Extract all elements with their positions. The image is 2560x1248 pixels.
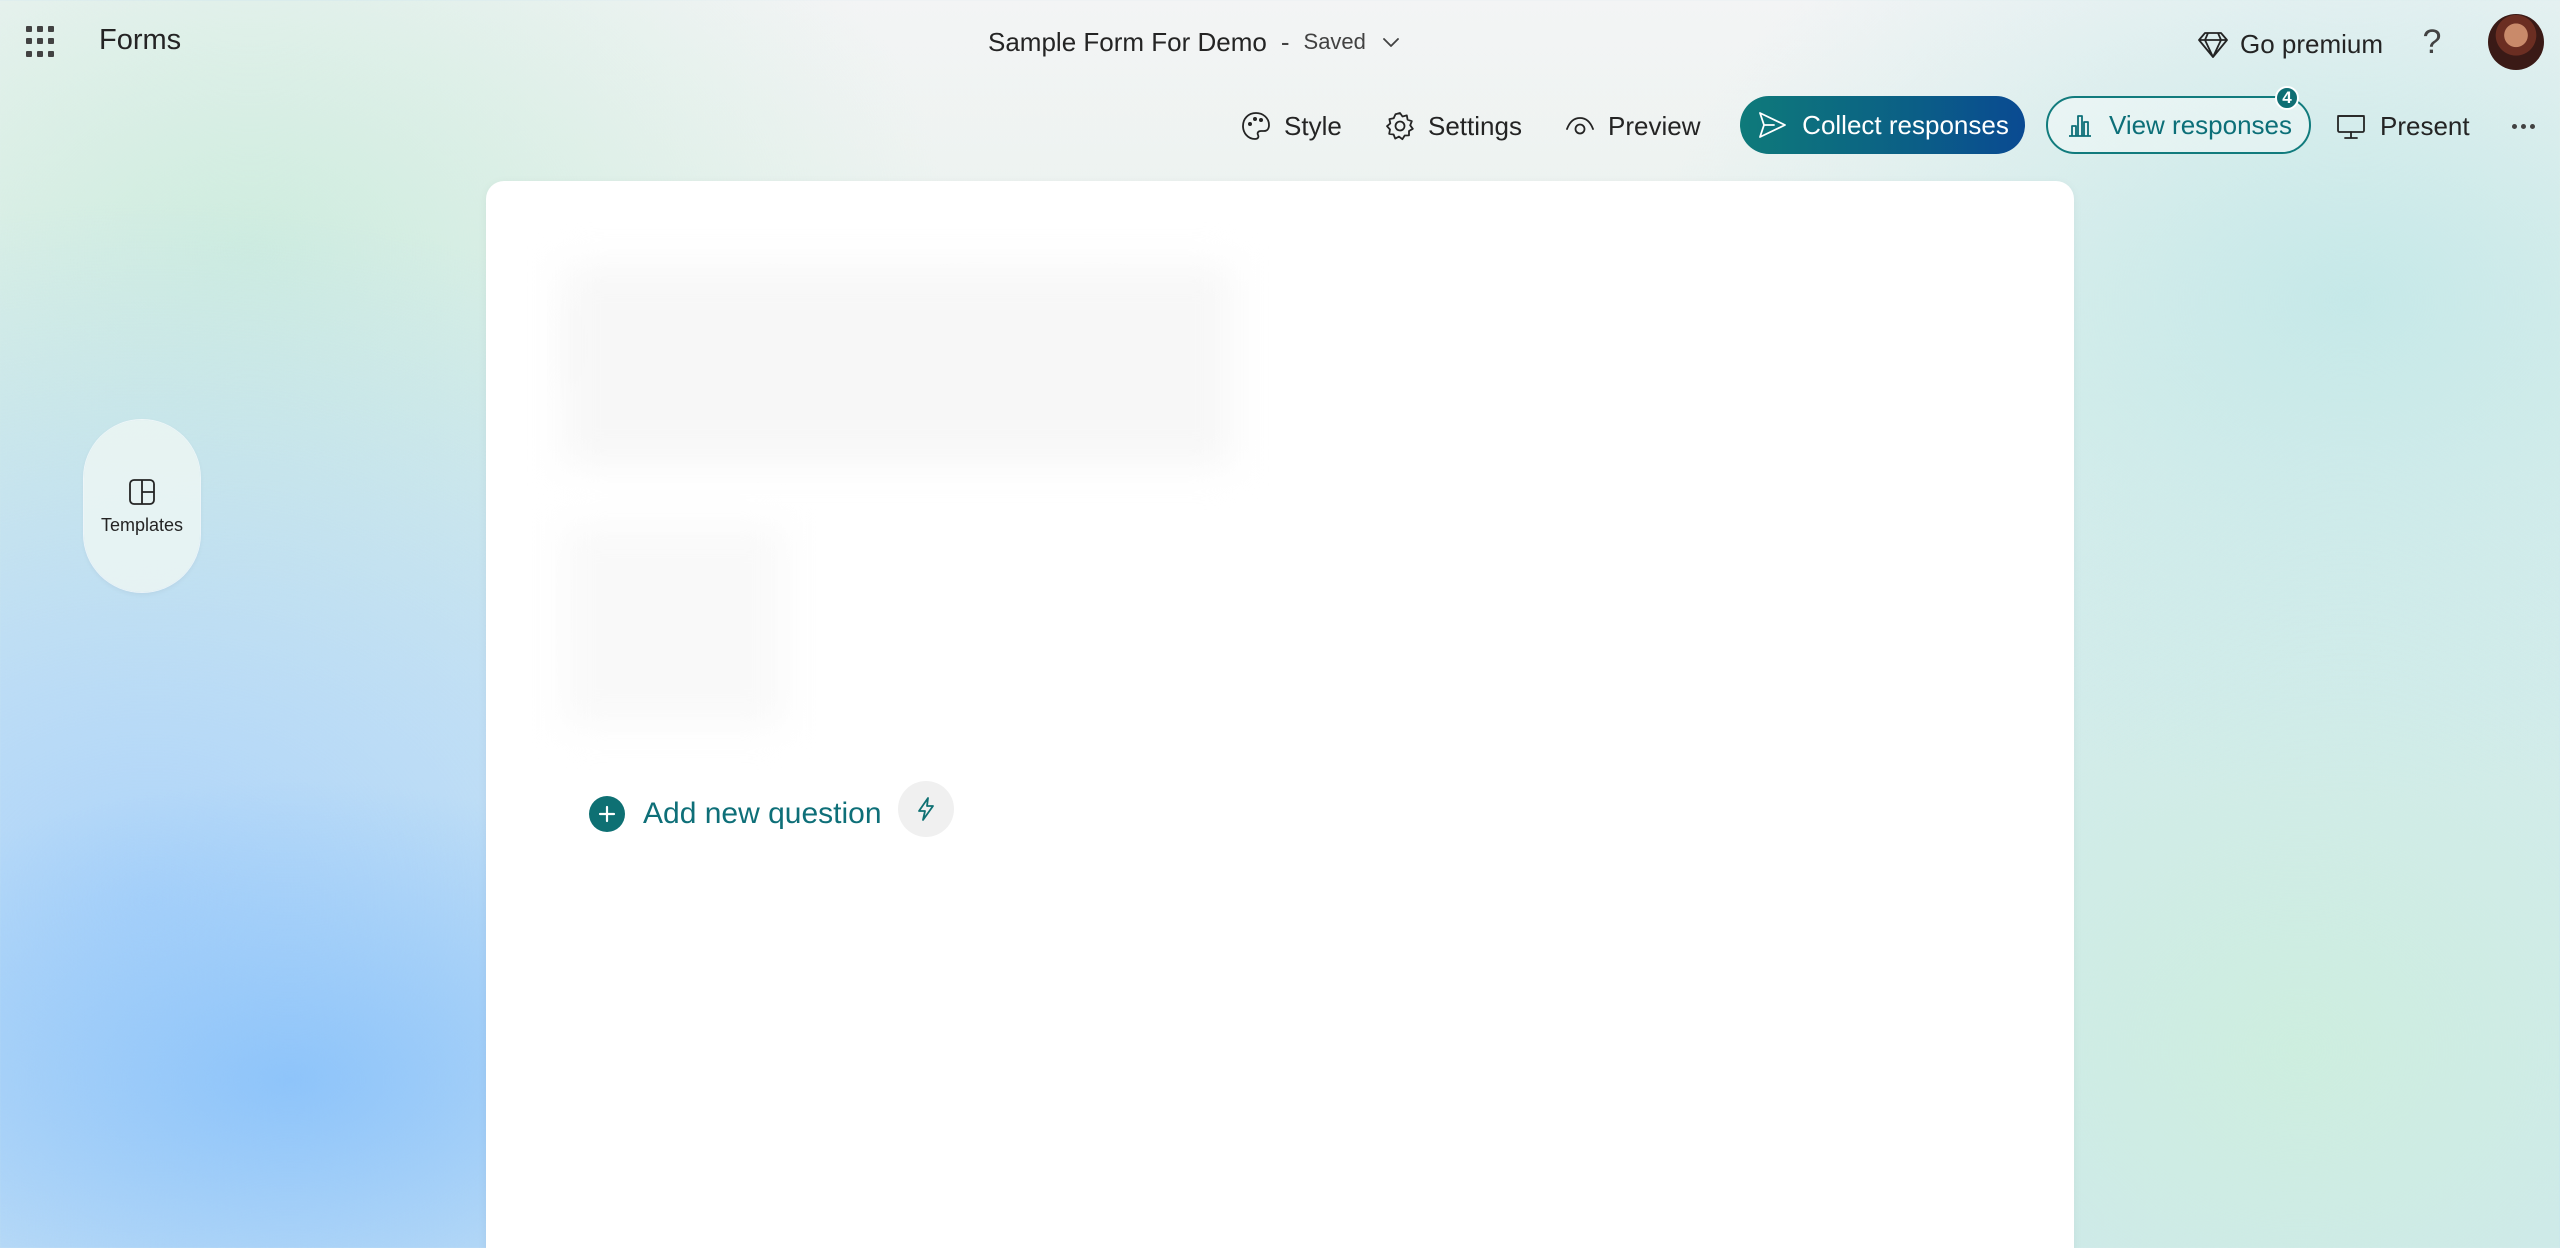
templates-label: Templates <box>100 514 184 535</box>
quick-import-button[interactable] <box>898 781 954 837</box>
style-button[interactable]: Style <box>1240 94 1342 158</box>
templates-button[interactable]: Templates <box>84 420 200 592</box>
placeholder-block <box>564 526 784 726</box>
title-separator: - <box>1280 26 1290 57</box>
collect-responses-label: Collect responses <box>1802 109 2009 140</box>
palette-icon <box>1242 112 1270 140</box>
lightning-icon <box>918 797 934 821</box>
collect-responses-button[interactable]: Collect responses <box>1740 96 2025 154</box>
eye-icon <box>1566 117 1594 135</box>
add-new-question-button[interactable]: Add new question <box>589 786 882 842</box>
app-name[interactable]: Forms <box>99 24 181 57</box>
more-icon[interactable] <box>2506 94 2540 158</box>
go-premium-button[interactable]: Go premium <box>2196 24 2383 64</box>
style-label: Style <box>1284 110 1342 141</box>
preview-label: Preview <box>1608 110 1701 141</box>
view-responses-button[interactable]: View responses 4 <box>2046 86 2311 154</box>
top-bar: Forms Sample Form For Demo - Saved Go pr… <box>0 0 2560 84</box>
presentation-icon <box>2337 115 2365 139</box>
view-responses-label: View responses <box>2108 109 2293 140</box>
loading-placeholder <box>564 266 1232 836</box>
placeholder-block <box>564 266 1232 466</box>
settings-label: Settings <box>1428 110 1522 141</box>
help-button[interactable]: ? <box>2412 22 2452 62</box>
form-card: Add new question <box>486 181 2074 1248</box>
add-new-question-label: Add new question <box>643 797 882 830</box>
present-label: Present <box>2380 110 2470 141</box>
waffle-icon[interactable] <box>26 26 58 58</box>
preview-button[interactable]: Preview <box>1564 94 1700 158</box>
avatar[interactable] <box>2488 14 2544 70</box>
command-bar: Style Settings Preview Collect responses… <box>0 86 2560 158</box>
plus-icon <box>589 796 625 832</box>
settings-button[interactable]: Settings <box>1384 94 1522 158</box>
send-icon <box>1759 112 1787 138</box>
diamond-icon <box>2198 32 2228 58</box>
response-count-badge: 4 <box>2275 86 2299 110</box>
go-premium-label: Go premium <box>2240 28 2384 59</box>
bar-chart-icon <box>2068 115 2091 137</box>
templates-icon <box>129 478 155 505</box>
save-status: Saved <box>1303 29 1366 54</box>
chevron-down-icon <box>1383 38 1399 47</box>
gear-icon <box>1386 112 1414 141</box>
present-button[interactable]: Present <box>2334 94 2470 158</box>
form-title: Sample Form For Demo <box>988 26 1267 57</box>
form-title-menu[interactable]: Sample Form For Demo - Saved <box>988 22 1402 62</box>
